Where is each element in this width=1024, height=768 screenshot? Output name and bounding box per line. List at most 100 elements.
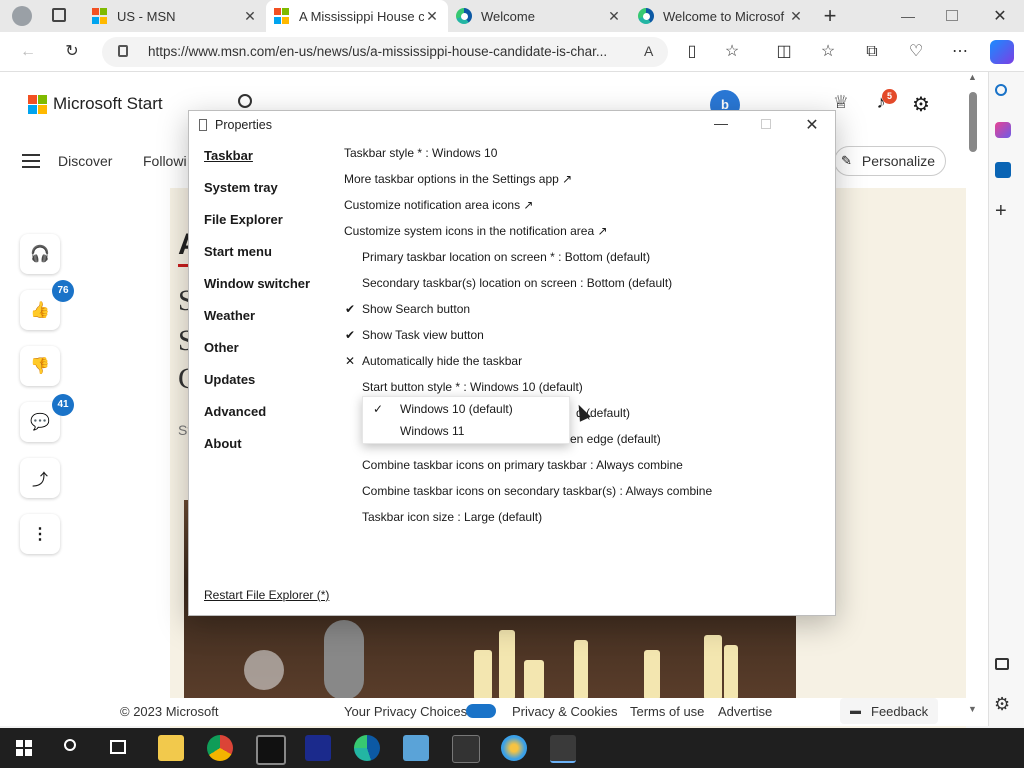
msn-favicon-icon: [274, 8, 290, 24]
autohide-cross-icon: ✕: [344, 354, 356, 368]
more-actions-icon[interactable]: ⋮: [20, 514, 60, 554]
brand-name: Microsoft Start: [53, 94, 163, 113]
chrome-icon[interactable]: [207, 735, 233, 761]
option-system-icons[interactable]: Customize system icons in the notificati…: [344, 224, 608, 238]
task-view-icon[interactable]: [110, 740, 126, 754]
paint-icon[interactable]: [501, 735, 527, 761]
option-more-taskbar-settings[interactable]: More taskbar options in the Settings app…: [344, 172, 572, 186]
option-taskbar-style[interactable]: Taskbar style * : Windows 10: [344, 146, 497, 160]
address-bar[interactable]: https://www.msn.com/en-us/news/us/a-miss…: [102, 37, 668, 67]
dialog-nav-advanced[interactable]: Advanced: [204, 404, 266, 419]
option-partial-2[interactable]: en edge (default): [570, 432, 661, 446]
option-show-search[interactable]: Show Search button: [362, 302, 470, 316]
option-start-button-style[interactable]: Start button style * : Windows 10 (defau…: [362, 380, 583, 394]
share-icon[interactable]: ⤴: [20, 458, 60, 498]
sidebar-add-icon[interactable]: +: [995, 200, 1007, 223]
msn-logo[interactable]: Microsoft Start: [28, 94, 163, 114]
pencil-icon: ✎: [841, 153, 852, 168]
privacy-cookies-link[interactable]: Privacy & Cookies: [512, 704, 617, 719]
url-text: https://www.msn.com/en-us/news/us/a-miss…: [148, 44, 608, 59]
hamburger-menu-icon[interactable]: [22, 154, 40, 168]
terminal-icon[interactable]: [452, 735, 480, 763]
sidebar-search-icon[interactable]: [995, 84, 1007, 96]
photos-icon[interactable]: [403, 735, 429, 761]
profile-avatar[interactable]: [12, 6, 32, 26]
search-button-check-icon: ✔: [344, 302, 356, 316]
nav-following[interactable]: Followi: [143, 153, 187, 169]
dialog-nav-about[interactable]: About: [204, 436, 242, 451]
split-screen-icon[interactable]: ◫: [772, 40, 796, 64]
close-tab-icon[interactable]: ✕: [606, 8, 622, 25]
sidebar-outlook-icon[interactable]: [995, 162, 1011, 178]
listen-headphones-icon[interactable]: 🎧: [20, 234, 60, 274]
favorite-star-icon[interactable]: ☆: [720, 40, 744, 64]
taskview-check-icon: ✔: [344, 328, 356, 342]
dialog-nav-updates[interactable]: Updates: [204, 372, 255, 387]
dislike-icon[interactable]: 👎: [20, 346, 60, 386]
edge-favicon-icon: [638, 8, 654, 24]
close-window-icon[interactable]: ✕: [990, 6, 1010, 26]
dialog-nav-weather[interactable]: Weather: [204, 308, 255, 323]
option-icon-size[interactable]: Taskbar icon size : Large (default): [362, 510, 542, 524]
dialog-minimize-icon[interactable]: —: [713, 115, 729, 131]
tab-welcome-microsoft[interactable]: Welcome to Microsof ✕: [630, 0, 812, 32]
minimize-icon[interactable]: —: [898, 8, 918, 24]
menu-item-windows11[interactable]: Windows 11: [400, 424, 464, 438]
option-notification-icons[interactable]: Customize notification area icons ↗: [344, 198, 533, 212]
option-combine-secondary[interactable]: Combine taskbar icons on secondary taskb…: [362, 484, 712, 498]
feedback-button[interactable]: ▬ Feedback: [840, 698, 938, 724]
dialog-nav-window-switcher[interactable]: Window switcher: [204, 276, 310, 291]
close-tab-icon[interactable]: ✕: [424, 8, 440, 25]
close-tab-icon[interactable]: ✕: [788, 8, 804, 25]
menu-item-windows10[interactable]: Windows 10 (default): [400, 402, 513, 416]
file-explorer-icon[interactable]: [158, 735, 184, 761]
option-secondary-location[interactable]: Secondary taskbar(s) location on screen …: [362, 276, 672, 290]
tab-strip: US - MSN ✕ A Mississippi House c ✕ Welco…: [0, 0, 1024, 32]
dialog-nav-system-tray[interactable]: System tray: [204, 180, 278, 195]
option-primary-location[interactable]: Primary taskbar location on screen * : B…: [362, 250, 650, 264]
tab-actions-icon[interactable]: [52, 8, 66, 22]
tab-mississippi[interactable]: A Mississippi House c ✕: [266, 0, 448, 32]
copilot-icon[interactable]: [990, 40, 1014, 64]
terms-link[interactable]: Terms of use: [630, 704, 704, 719]
start-windows-icon[interactable]: [16, 740, 32, 756]
immersive-reader-icon[interactable]: ▯: [680, 40, 704, 64]
tab-us-msn[interactable]: US - MSN ✕: [84, 0, 266, 32]
privacy-choices-link[interactable]: Your Privacy Choices: [344, 704, 467, 719]
refresh-icon[interactable]: ↻: [60, 40, 84, 64]
tab-welcome[interactable]: Welcome ✕: [448, 0, 630, 32]
search-icon[interactable]: [238, 94, 252, 108]
dialog-nav-file-explorer[interactable]: File Explorer: [204, 212, 283, 227]
option-combine-primary[interactable]: Combine taskbar icons on primary taskbar…: [362, 458, 683, 472]
advertise-link[interactable]: Advertise: [718, 704, 772, 719]
app-icon-1[interactable]: [256, 735, 286, 765]
favorites-icon[interactable]: ☆: [816, 40, 840, 64]
settings-gear-icon[interactable]: ⚙: [910, 92, 932, 116]
sidebar-settings-icon[interactable]: ⚙: [994, 694, 1010, 715]
taskbar-search-icon[interactable]: [64, 739, 76, 751]
app-icon-2[interactable]: [305, 735, 331, 761]
sidebar-hide-icon[interactable]: [995, 658, 1009, 670]
option-autohide[interactable]: Automatically hide the taskbar: [362, 354, 522, 368]
personalize-button[interactable]: ✎ Personalize: [834, 146, 946, 176]
back-icon[interactable]: ←: [16, 40, 40, 64]
dialog-nav-taskbar[interactable]: Taskbar: [204, 148, 253, 163]
sidebar-copilot-icon[interactable]: [995, 122, 1011, 138]
dialog-nav-start-menu[interactable]: Start menu: [204, 244, 272, 259]
properties-app-icon[interactable]: [550, 735, 576, 763]
nav-discover[interactable]: Discover: [58, 153, 112, 169]
dialog-close-icon[interactable]: ✕: [803, 115, 821, 135]
collections-icon[interactable]: ⧉: [860, 40, 884, 64]
restore-icon[interactable]: [946, 10, 958, 21]
read-aloud-icon[interactable]: A: [644, 43, 653, 59]
feedback-icon: ▬: [850, 705, 861, 717]
dialog-nav-other[interactable]: Other: [204, 340, 239, 355]
restart-explorer-link[interactable]: Restart File Explorer (*): [204, 588, 329, 602]
performance-icon[interactable]: ♡: [904, 40, 928, 64]
new-tab-icon[interactable]: +: [818, 4, 842, 28]
option-show-taskview[interactable]: Show Task view button: [362, 328, 484, 342]
close-tab-icon[interactable]: ✕: [242, 8, 258, 25]
more-options-icon[interactable]: ⋯: [948, 40, 972, 64]
edge-taskbar-icon[interactable]: [354, 735, 380, 761]
page-scrollbar[interactable]: ▲ ▼: [966, 72, 980, 726]
